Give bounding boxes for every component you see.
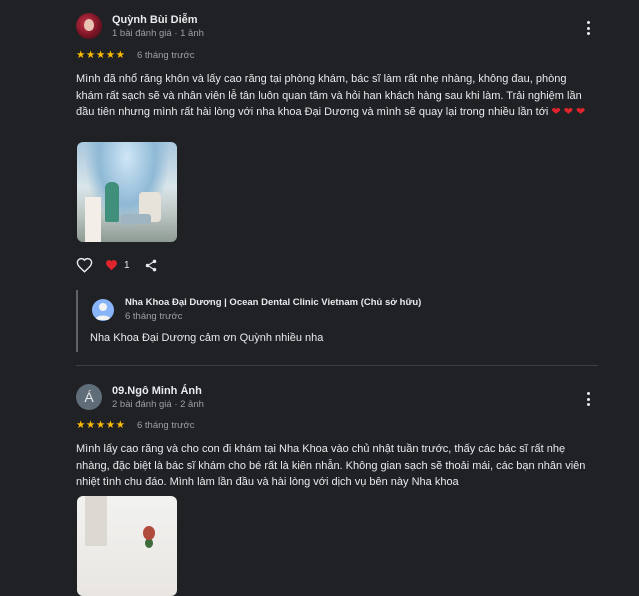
review-text-body: Mình đã nhổ răng khôn và lấy cao răng tạ… — [76, 73, 582, 118]
review-photo[interactable] — [77, 142, 177, 242]
like-count: 1 — [124, 259, 130, 271]
owner-reply-text: Nha Khoa Đại Dương cảm ơn Quỳnh nhiều nh… — [90, 332, 324, 344]
heart-emoji-icon: ❤ ❤ ❤ — [551, 106, 586, 118]
review-text: Mình lấy cao răng và cho con đi khám tại… — [76, 443, 586, 488]
owner-reply: Nha Khoa Đại Dương | Ocean Dental Clinic… — [76, 290, 598, 352]
reviewer-name[interactable]: Quỳnh Bùi Diễm — [112, 14, 198, 26]
photo-flower — [143, 526, 155, 540]
person-icon — [95, 303, 111, 320]
owner-avatar[interactable] — [92, 299, 114, 321]
rating-stars: ★★★★★ — [76, 49, 126, 61]
owner-name[interactable]: Nha Khoa Đại Dương | Ocean Dental Clinic… — [125, 297, 421, 308]
reviewer-name[interactable]: 09.Ngô Minh Ánh — [112, 385, 202, 397]
heart-outline-icon[interactable] — [76, 257, 93, 273]
share-icon[interactable] — [144, 258, 158, 273]
review-time: 6 tháng trước — [137, 420, 195, 431]
photo-figure — [105, 182, 119, 222]
heart-filled-icon — [105, 259, 118, 271]
review-text: Mình đã nhổ răng khôn và lấy cao răng tạ… — [76, 71, 596, 121]
reviewer-avatar[interactable] — [76, 13, 102, 39]
avatar-photo-face — [84, 19, 94, 31]
more-options-icon[interactable] — [581, 390, 595, 408]
rating-stars: ★★★★★ — [76, 419, 126, 431]
review-time: 6 tháng trước — [137, 50, 195, 61]
review-photo[interactable] — [77, 496, 177, 596]
reviewer-meta: 1 bài đánh giá · 1 ảnh — [112, 28, 204, 39]
photo-cabinet — [85, 197, 101, 242]
photo-dental-chair — [121, 214, 151, 224]
review-divider — [76, 365, 598, 366]
reviewer-meta: 2 bài đánh giá · 2 ảnh — [112, 399, 204, 410]
review-actions: 1 — [76, 257, 158, 273]
reviewer-avatar[interactable]: Á — [76, 384, 102, 410]
photo-wall — [85, 496, 107, 546]
more-options-icon[interactable] — [581, 19, 595, 37]
owner-reply-time: 6 tháng trước — [125, 311, 183, 322]
